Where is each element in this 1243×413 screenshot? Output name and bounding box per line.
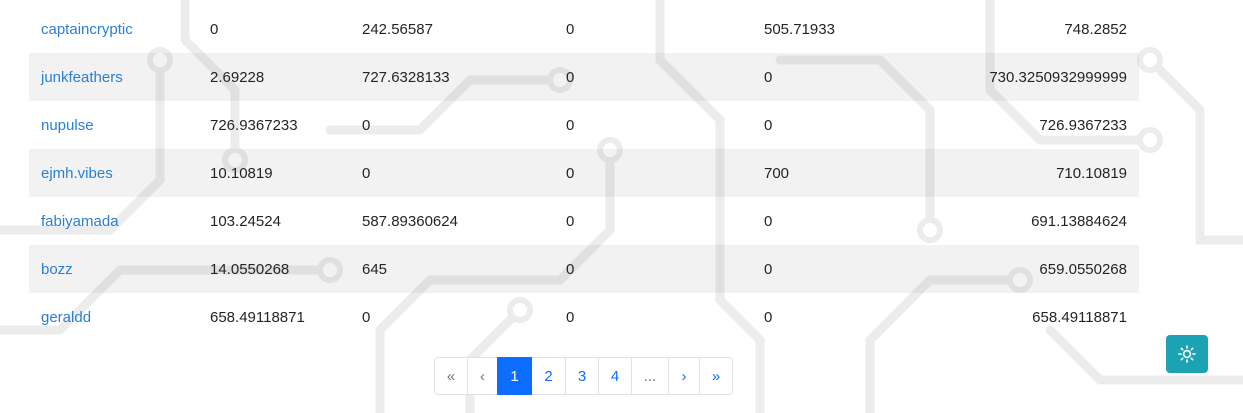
value-3-cell: 0 (566, 308, 575, 326)
value-4-cell: 0 (764, 308, 773, 326)
value-2-cell: 242.56587 (362, 20, 433, 38)
total-cell: 730.3250932999999 (989, 68, 1127, 86)
value-2-cell: 0 (362, 164, 371, 182)
value-1-cell: 726.9367233 (210, 116, 298, 134)
prev-page-button[interactable]: ‹ (467, 357, 498, 395)
value-2-cell: 727.6328133 (362, 68, 450, 86)
total-cell: 726.9367233 (1039, 116, 1127, 134)
value-4-cell: 0 (764, 260, 773, 278)
total-cell: 691.13884624 (1031, 212, 1127, 230)
username-cell: geraldd (29, 293, 198, 341)
value-4-cell: 0 (764, 212, 773, 230)
value-4-cell: 505.71933 (764, 20, 835, 38)
username-cell: bozz (29, 245, 198, 293)
table-body: captaincryptic 0 242.56587 0 505.71933 748.28… (29, 5, 1139, 341)
value-1-cell: 10.10819 (210, 164, 273, 182)
table-row: ejmh.vibes 10.10819 0 0 700 710.10819 (29, 149, 1139, 197)
username-link[interactable]: captaincryptic (41, 21, 133, 38)
value-1-cell: 14.0550268 (210, 260, 290, 278)
username-link[interactable]: fabiyamada (41, 213, 119, 230)
value-3-cell: 0 (566, 212, 575, 230)
table-row: nupulse 726.9367233 0 0 0 726.9367233 (29, 101, 1139, 149)
value-4-cell: 0 (764, 68, 773, 86)
pagination: « ‹ 1 2 3 4 ... › » (434, 357, 733, 395)
value-1-cell: 0 (210, 20, 219, 38)
page-button-4[interactable]: 4 (598, 357, 632, 395)
username-link[interactable]: bozz (41, 261, 73, 278)
value-4-cell: 0 (764, 116, 773, 134)
value-3-cell: 0 (566, 260, 575, 278)
value-1-cell: 103.24524 (210, 212, 281, 230)
value-2-cell: 0 (362, 308, 371, 326)
leaderboard-table-container: captaincryptic 0 242.56587 0 505.71933 748.28… (29, 5, 1139, 341)
value-2-cell: 587.89360624 (362, 212, 458, 230)
page-button-1[interactable]: 1 (497, 357, 532, 395)
username-link[interactable]: nupulse (41, 117, 94, 134)
page-ellipsis: ... (631, 357, 669, 395)
table-row: geraldd 658.49118871 0 0 0 658.49118871 (29, 293, 1139, 341)
total-cell: 658.49118871 (1032, 308, 1127, 326)
username-cell: captaincryptic (29, 5, 198, 53)
value-3-cell: 0 (566, 68, 575, 86)
value-3-cell: 0 (566, 116, 575, 134)
value-4-cell: 700 (764, 164, 790, 182)
total-cell: 710.10819 (1056, 164, 1127, 182)
username-cell: ejmh.vibes (29, 149, 198, 197)
username-cell: nupulse (29, 101, 198, 149)
page-button-2[interactable]: 2 (531, 357, 566, 395)
page-button-3[interactable]: 3 (565, 357, 599, 395)
table-row: captaincryptic 0 242.56587 0 505.71933 748.28… (29, 5, 1139, 53)
username-link[interactable]: geraldd (41, 309, 91, 326)
last-page-button[interactable]: » (699, 357, 733, 395)
value-1-cell: 2.69228 (210, 68, 265, 86)
next-page-button[interactable]: › (668, 357, 700, 395)
total-cell: 748.2852 (1064, 20, 1127, 38)
first-page-button[interactable]: « (434, 357, 468, 395)
total-cell: 659.0550268 (1039, 260, 1127, 278)
leaderboard-table: captaincryptic 0 242.56587 0 505.71933 748.28… (29, 5, 1139, 341)
table-row: junkfeathers 2.69228 727.6328133 0 0 730.3250… (29, 53, 1139, 101)
username-link[interactable]: ejmh.vibes (41, 165, 113, 182)
value-3-cell: 0 (566, 164, 575, 182)
value-1-cell: 658.49118871 (210, 308, 305, 326)
value-3-cell: 0 (566, 20, 575, 38)
table-row: fabiyamada 103.24524 587.89360624 0 0 691.138… (29, 197, 1139, 245)
value-2-cell: 0 (362, 116, 371, 134)
value-2-cell: 645 (362, 260, 388, 278)
sun-icon (1178, 345, 1196, 363)
table-row: bozz 14.0550268 645 0 0 659.0550268 (29, 245, 1139, 293)
username-link[interactable]: junkfeathers (41, 69, 123, 86)
username-cell: fabiyamada (29, 197, 198, 245)
theme-toggle-button[interactable] (1166, 335, 1208, 373)
username-cell: junkfeathers (29, 53, 198, 101)
